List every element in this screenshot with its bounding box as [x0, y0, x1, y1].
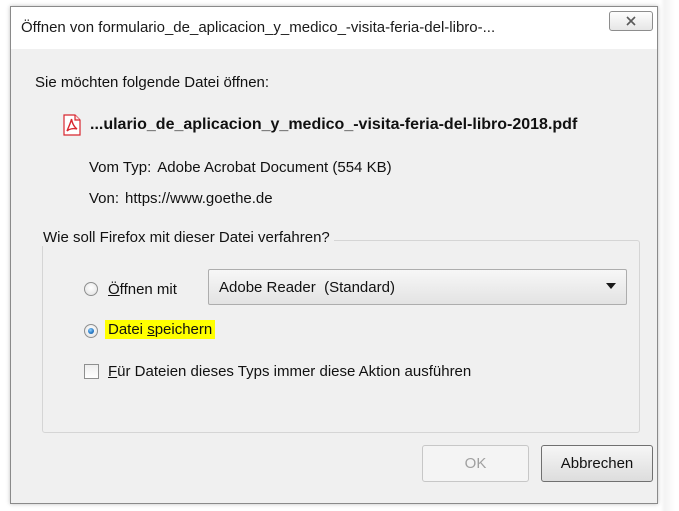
remember-action-checkbox[interactable]	[84, 364, 99, 379]
save-file-label[interactable]: Datei speichern	[105, 320, 216, 339]
remember-action-label[interactable]: Für Dateien dieses Typs immer diese Akti…	[108, 363, 471, 380]
title-bar: Öffnen von formulario_de_aplicacion_y_me…	[11, 7, 657, 49]
file-source-value: https://www.goethe.de	[125, 190, 273, 207]
action-group-legend: Wie soll Firefox mit dieser Datei verfah…	[39, 229, 334, 246]
chevron-down-icon	[606, 283, 616, 289]
file-name: ...ulario_de_aplicacion_y_medico_-visita…	[90, 116, 578, 133]
ok-button[interactable]: OK	[422, 445, 529, 482]
file-source-row: Von: https://www.goethe.de	[89, 190, 273, 207]
open-with-radio[interactable]	[84, 282, 98, 296]
cancel-button[interactable]: Abbrechen	[541, 445, 653, 482]
save-file-text-part1: Datei	[108, 321, 148, 338]
screen: Öffnen von formulario_de_aplicacion_y_me…	[0, 0, 679, 511]
file-source-label: Von:	[89, 190, 120, 207]
remember-action-text: ür Dateien dieses Typs immer diese Aktio…	[117, 363, 472, 380]
window-title: Öffnen von formulario_de_aplicacion_y_me…	[21, 19, 496, 36]
save-file-text-part2: peichern	[154, 321, 213, 338]
close-icon	[610, 12, 652, 30]
download-dialog: Öffnen von formulario_de_aplicacion_y_me…	[10, 6, 658, 504]
open-with-accesskey: Ö	[108, 281, 120, 298]
open-with-text: ffnen mit	[119, 281, 177, 298]
save-file-radio[interactable]	[84, 324, 98, 338]
file-type-label: Vom Typ:	[89, 159, 152, 176]
open-with-label[interactable]: Öffnen mit	[108, 281, 177, 298]
file-type-value: Adobe Acrobat Document (554 KB)	[157, 159, 392, 176]
open-prompt: Sie möchten folgende Datei öffnen:	[35, 74, 270, 91]
file-row: ...ulario_de_aplicacion_y_medico_-visita…	[62, 113, 577, 137]
close-button[interactable]	[609, 11, 653, 31]
save-file-accesskey: s	[147, 321, 155, 338]
pdf-file-icon	[62, 114, 82, 136]
application-select-value: Adobe Reader (Standard)	[219, 279, 395, 296]
save-file-highlight: Datei speichern	[105, 320, 216, 339]
file-type-row: Vom Typ: Adobe Acrobat Document (554 KB)	[89, 159, 392, 176]
remember-action-accesskey: F	[108, 363, 118, 380]
application-select[interactable]: Adobe Reader (Standard)	[208, 269, 627, 305]
